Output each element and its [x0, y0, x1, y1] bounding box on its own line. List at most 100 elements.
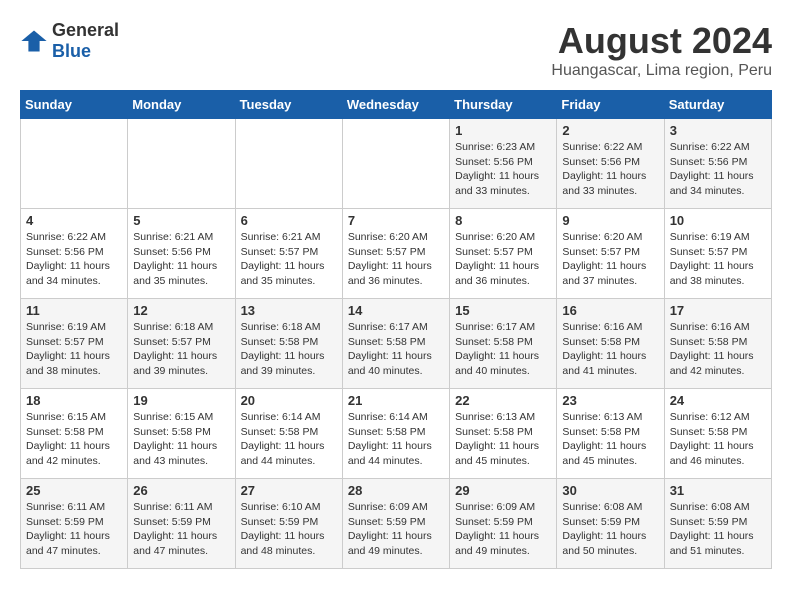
- day-number: 8: [455, 213, 551, 228]
- calendar-cell: 1Sunrise: 6:23 AM Sunset: 5:56 PM Daylig…: [450, 119, 557, 209]
- day-detail: Sunrise: 6:17 AM Sunset: 5:58 PM Dayligh…: [348, 320, 444, 379]
- calendar-cell: 7Sunrise: 6:20 AM Sunset: 5:57 PM Daylig…: [342, 209, 449, 299]
- day-number: 23: [562, 393, 658, 408]
- calendar-cell: 2 Sunrise: 6:22 AM Sunset: 5:56 PM Daylig…: [557, 119, 664, 209]
- calendar-cell: 6 Sunrise: 6:21 AM Sunset: 5:57 PM Daylig…: [235, 209, 342, 299]
- day-detail: Sunrise: 6:22 AM Sunset: 5:56 PM Dayligh…: [670, 140, 766, 199]
- day-number: 4: [26, 213, 122, 228]
- calendar-cell: 18 Sunrise: 6:15 AM Sunset: 5:58 PM Dayli…: [21, 389, 128, 479]
- calendar-cell: 27Sunrise: 6:10 AM Sunset: 5:59 PM Dayli…: [235, 479, 342, 569]
- calendar-cell: [21, 119, 128, 209]
- header-day: Saturday: [664, 91, 771, 119]
- calendar-week-row: 4 Sunrise: 6:22 AM Sunset: 5:56 PM Daylig…: [21, 209, 772, 299]
- day-number: 15: [455, 303, 551, 318]
- day-detail: Sunrise: 6:18 AM Sunset: 5:57 PM Dayligh…: [133, 320, 229, 379]
- day-number: 10: [670, 213, 766, 228]
- calendar-cell: [128, 119, 235, 209]
- day-number: 28: [348, 483, 444, 498]
- day-number: 21: [348, 393, 444, 408]
- day-number: 24: [670, 393, 766, 408]
- day-number: 7: [348, 213, 444, 228]
- calendar-cell: [342, 119, 449, 209]
- calendar-week-row: 1Sunrise: 6:23 AM Sunset: 5:56 PM Daylig…: [21, 119, 772, 209]
- main-title: August 2024: [551, 20, 772, 62]
- day-detail: Sunrise: 6:19 AM Sunset: 5:57 PM Dayligh…: [670, 230, 766, 289]
- day-number: 17: [670, 303, 766, 318]
- day-detail: Sunrise: 6:16 AM Sunset: 5:58 PM Dayligh…: [670, 320, 766, 379]
- calendar-cell: 13Sunrise: 6:18 AM Sunset: 5:58 PM Dayli…: [235, 299, 342, 389]
- logo-icon: [20, 27, 48, 55]
- calendar-cell: 26 Sunrise: 6:11 AM Sunset: 5:59 PM Dayli…: [128, 479, 235, 569]
- day-detail: Sunrise: 6:13 AM Sunset: 5:58 PM Dayligh…: [562, 410, 658, 469]
- day-number: 3: [670, 123, 766, 138]
- day-number: 22: [455, 393, 551, 408]
- calendar-cell: 3 Sunrise: 6:22 AM Sunset: 5:56 PM Daylig…: [664, 119, 771, 209]
- calendar-cell: [235, 119, 342, 209]
- header-day: Sunday: [21, 91, 128, 119]
- calendar-cell: 10 Sunrise: 6:19 AM Sunset: 5:57 PM Dayli…: [664, 209, 771, 299]
- calendar-cell: 23 Sunrise: 6:13 AM Sunset: 5:58 PM Dayli…: [557, 389, 664, 479]
- day-detail: Sunrise: 6:14 AM Sunset: 5:58 PM Dayligh…: [241, 410, 337, 469]
- calendar-cell: 24 Sunrise: 6:12 AM Sunset: 5:58 PM Dayli…: [664, 389, 771, 479]
- header-day: Tuesday: [235, 91, 342, 119]
- day-number: 29: [455, 483, 551, 498]
- calendar-cell: 11 Sunrise: 6:19 AM Sunset: 5:57 PM Dayli…: [21, 299, 128, 389]
- day-number: 12: [133, 303, 229, 318]
- day-detail: Sunrise: 6:22 AM Sunset: 5:56 PM Dayligh…: [562, 140, 658, 199]
- logo-blue: Blue: [52, 41, 91, 61]
- calendar-cell: 29Sunrise: 6:09 AM Sunset: 5:59 PM Dayli…: [450, 479, 557, 569]
- day-number: 2: [562, 123, 658, 138]
- header-day: Monday: [128, 91, 235, 119]
- day-detail: Sunrise: 6:15 AM Sunset: 5:58 PM Dayligh…: [26, 410, 122, 469]
- day-detail: Sunrise: 6:08 AM Sunset: 5:59 PM Dayligh…: [562, 500, 658, 559]
- calendar-cell: 30Sunrise: 6:08 AM Sunset: 5:59 PM Dayli…: [557, 479, 664, 569]
- day-number: 6: [241, 213, 337, 228]
- calendar-cell: 16Sunrise: 6:16 AM Sunset: 5:58 PM Dayli…: [557, 299, 664, 389]
- calendar-cell: 20 Sunrise: 6:14 AM Sunset: 5:58 PM Dayli…: [235, 389, 342, 479]
- day-number: 13: [241, 303, 337, 318]
- calendar-week-row: 11 Sunrise: 6:19 AM Sunset: 5:57 PM Dayli…: [21, 299, 772, 389]
- header-day: Friday: [557, 91, 664, 119]
- day-number: 20: [241, 393, 337, 408]
- logo: General Blue: [20, 20, 119, 62]
- day-detail: Sunrise: 6:22 AM Sunset: 5:56 PM Dayligh…: [26, 230, 122, 289]
- calendar-cell: 17 Sunrise: 6:16 AM Sunset: 5:58 PM Dayli…: [664, 299, 771, 389]
- day-detail: Sunrise: 6:17 AM Sunset: 5:58 PM Dayligh…: [455, 320, 551, 379]
- logo-general: General: [52, 20, 119, 40]
- day-detail: Sunrise: 6:19 AM Sunset: 5:57 PM Dayligh…: [26, 320, 122, 379]
- day-number: 31: [670, 483, 766, 498]
- header-row: SundayMondayTuesdayWednesdayThursdayFrid…: [21, 91, 772, 119]
- header-day: Wednesday: [342, 91, 449, 119]
- calendar-week-row: 25 Sunrise: 6:11 AM Sunset: 5:59 PM Dayli…: [21, 479, 772, 569]
- calendar-cell: 4 Sunrise: 6:22 AM Sunset: 5:56 PM Daylig…: [21, 209, 128, 299]
- day-number: 5: [133, 213, 229, 228]
- day-detail: Sunrise: 6:14 AM Sunset: 5:58 PM Dayligh…: [348, 410, 444, 469]
- calendar-cell: 19Sunrise: 6:15 AM Sunset: 5:58 PM Dayli…: [128, 389, 235, 479]
- day-detail: Sunrise: 6:20 AM Sunset: 5:57 PM Dayligh…: [455, 230, 551, 289]
- calendar-cell: 22 Sunrise: 6:13 AM Sunset: 5:58 PM Dayli…: [450, 389, 557, 479]
- day-number: 25: [26, 483, 122, 498]
- calendar-cell: 25Sunrise: 6:11 AM Sunset: 5:59 PM Dayli…: [21, 479, 128, 569]
- subtitle: Huangascar, Lima region, Peru: [551, 62, 772, 80]
- day-detail: Sunrise: 6:11 AM Sunset: 5:59 PM Dayligh…: [133, 500, 229, 559]
- day-number: 14: [348, 303, 444, 318]
- day-number: 18: [26, 393, 122, 408]
- calendar-cell: 8 Sunrise: 6:20 AM Sunset: 5:57 PM Daylig…: [450, 209, 557, 299]
- day-detail: Sunrise: 6:16 AM Sunset: 5:58 PM Dayligh…: [562, 320, 658, 379]
- day-detail: Sunrise: 6:12 AM Sunset: 5:58 PM Dayligh…: [670, 410, 766, 469]
- day-detail: Sunrise: 6:09 AM Sunset: 5:59 PM Dayligh…: [348, 500, 444, 559]
- calendar-week-row: 18 Sunrise: 6:15 AM Sunset: 5:58 PM Dayli…: [21, 389, 772, 479]
- day-number: 9: [562, 213, 658, 228]
- day-detail: Sunrise: 6:13 AM Sunset: 5:58 PM Dayligh…: [455, 410, 551, 469]
- page-header: General Blue August 2024 Huangascar, Lim…: [20, 20, 772, 80]
- calendar-cell: 14 Sunrise: 6:17 AM Sunset: 5:58 PM Dayli…: [342, 299, 449, 389]
- day-number: 11: [26, 303, 122, 318]
- calendar-table: SundayMondayTuesdayWednesdayThursdayFrid…: [20, 90, 772, 569]
- day-detail: Sunrise: 6:10 AM Sunset: 5:59 PM Dayligh…: [241, 500, 337, 559]
- calendar-cell: 12 Sunrise: 6:18 AM Sunset: 5:57 PM Dayli…: [128, 299, 235, 389]
- day-detail: Sunrise: 6:08 AM Sunset: 5:59 PM Dayligh…: [670, 500, 766, 559]
- calendar-cell: 5Sunrise: 6:21 AM Sunset: 5:56 PM Daylig…: [128, 209, 235, 299]
- header-day: Thursday: [450, 91, 557, 119]
- day-detail: Sunrise: 6:21 AM Sunset: 5:57 PM Dayligh…: [241, 230, 337, 289]
- day-number: 26: [133, 483, 229, 498]
